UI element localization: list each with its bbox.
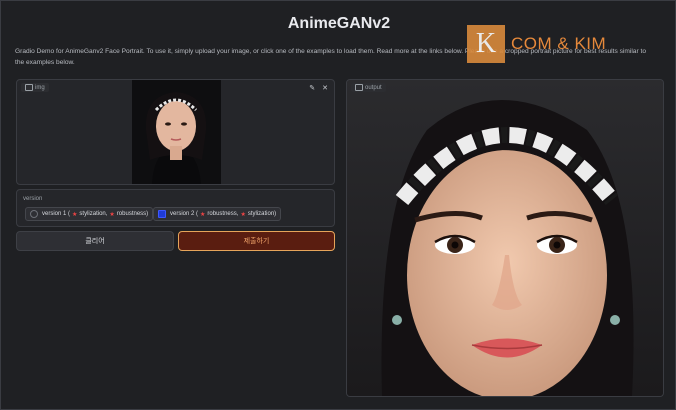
- star-icon: ★: [240, 211, 246, 218]
- star-icon: ★: [200, 211, 206, 218]
- radio-unselected-icon: [30, 210, 38, 218]
- watermark: K COM & KIM: [467, 25, 606, 63]
- version-2-option[interactable]: version 2 ( ★ robustness, ★ stylization): [153, 207, 282, 221]
- star-icon: ★: [109, 211, 115, 218]
- star-icon: ★: [72, 211, 78, 218]
- output-image: [347, 80, 663, 396]
- radio-selected-icon: [158, 210, 166, 218]
- watermark-text: COM & KIM: [511, 34, 607, 53]
- image-icon: [25, 84, 33, 91]
- version-radio-group: version version 1 ( ★ stylization, ★ rob…: [16, 189, 335, 227]
- submit-button[interactable]: 제출하기: [178, 231, 335, 251]
- clear-button[interactable]: 클리어: [16, 231, 174, 251]
- input-image: [132, 80, 221, 184]
- edit-icon[interactable]: ✎: [309, 84, 315, 92]
- version-1-option[interactable]: version 1 ( ★ stylization, ★ robustness): [25, 207, 154, 221]
- watermark-logo: K: [467, 25, 505, 63]
- version-label: version: [23, 196, 43, 202]
- close-icon[interactable]: ✕: [322, 84, 328, 92]
- image-icon: [355, 84, 363, 91]
- input-image-panel[interactable]: img ✎ ✕: [16, 79, 335, 185]
- output-image-panel: output: [346, 79, 664, 397]
- input-label: img: [21, 83, 49, 92]
- output-label: output: [351, 83, 386, 92]
